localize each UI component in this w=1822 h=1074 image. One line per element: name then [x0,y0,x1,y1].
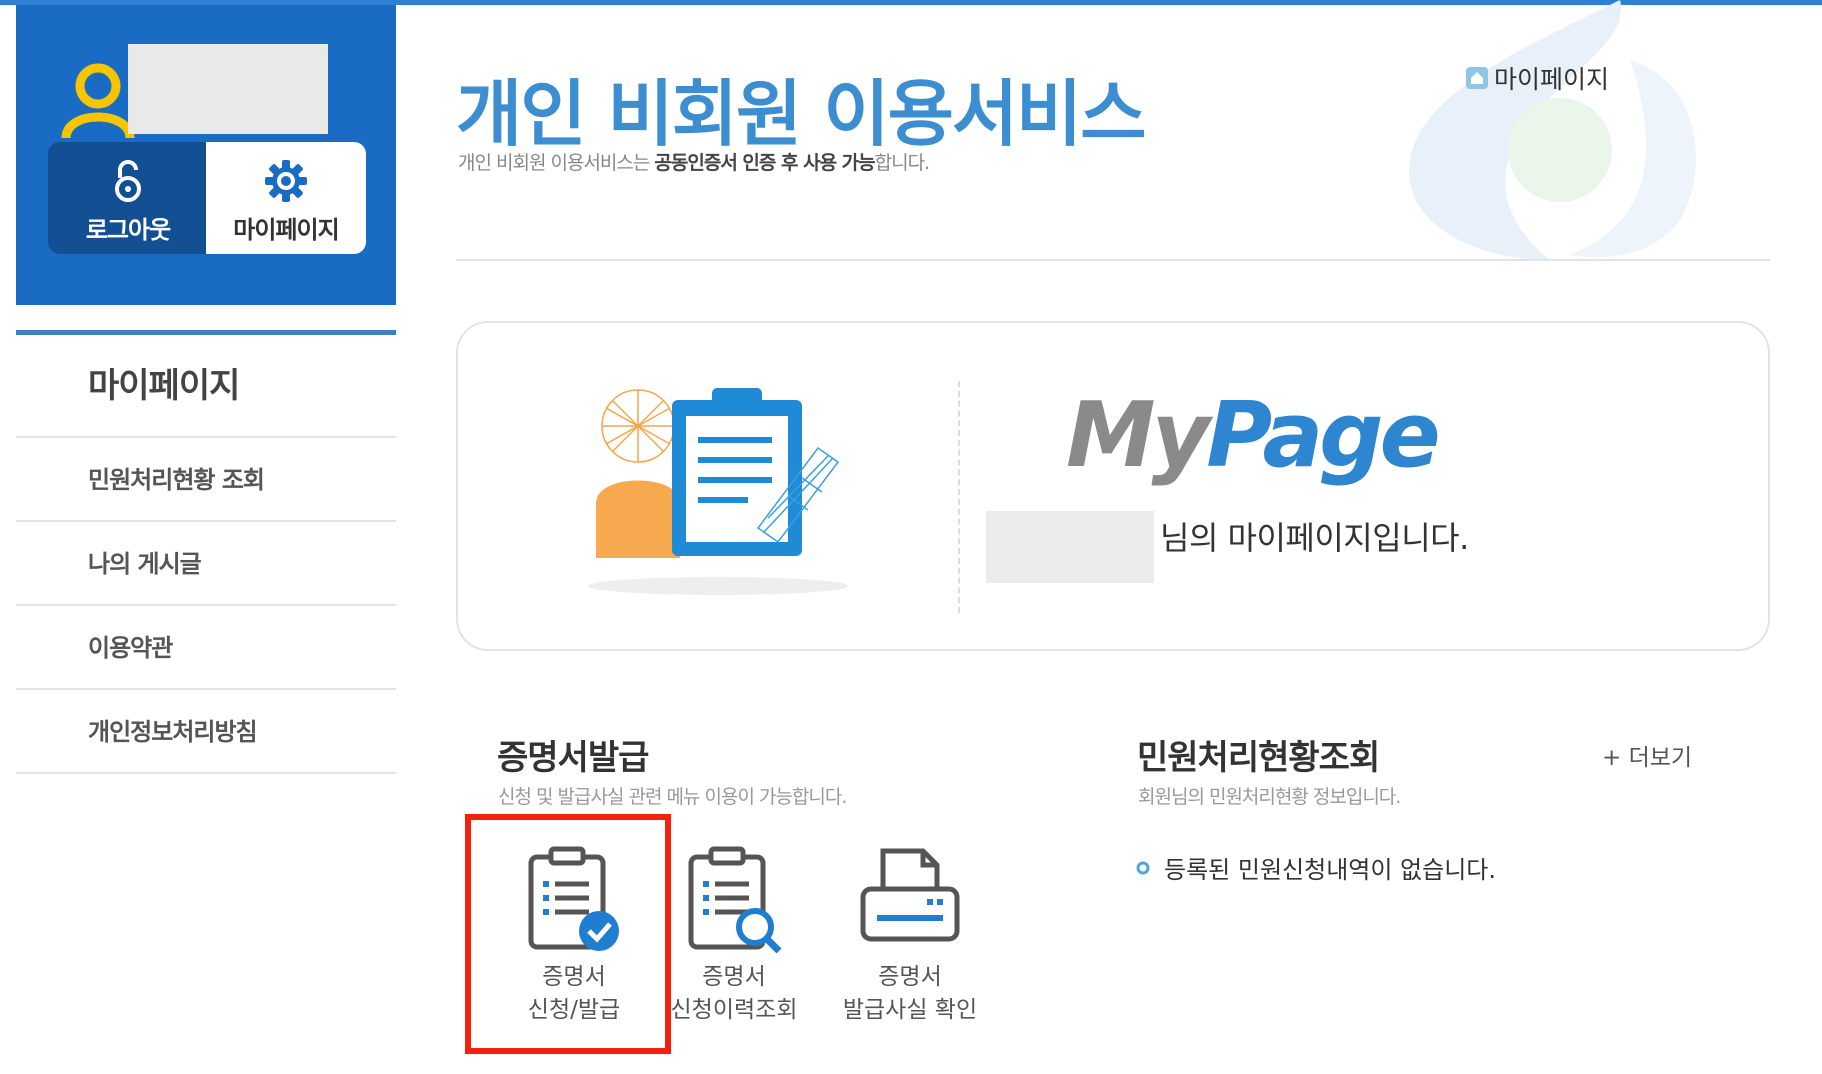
cert-history-label: 증명서 신청이력조회 [639,961,829,1027]
printer-icon [860,848,960,942]
page-subtitle: 개인 비회원 이용서비스는 공동인증서 인증 후 사용 가능합니다. [458,148,930,175]
status-section-title: 민원처리현황조회 [1137,738,1380,778]
more-link[interactable]: + 더보기 [1602,738,1692,772]
mypage-button[interactable]: 마이페이지 [206,142,366,254]
page-title: 개인 비회원 이용서비스 [456,72,1147,156]
mypage-label: 마이페이지 [233,216,339,244]
header-divider [456,259,1770,261]
sidebar-item-civil-status[interactable]: 민원처리현황 조회 [16,438,396,522]
cert-verify-line2: 발급사실 확인 [842,997,978,1023]
subtitle-text-pre: 개인 비회원 이용서비스는 [458,152,655,174]
sidebar-item-privacy[interactable]: 개인정보처리방침 [16,690,396,774]
bullet-icon [1136,861,1150,874]
logo-my: My [1066,383,1210,488]
sidebar-title: 마이페이지 [16,335,396,438]
user-icon [61,63,135,139]
breadcrumb-label: 마이페이지 [1494,65,1610,94]
lock-open-icon [115,160,141,202]
user-name-redacted [128,44,328,134]
status-section-desc: 회원님의 민원처리현황 정보입니다. [1138,786,1401,808]
logo-page: Page [1206,383,1440,488]
empty-status-text: 등록된 민원신청내역이 없습니다. [1164,856,1497,884]
cert-verify-button[interactable]: 증명서 발급사실 확인 [815,845,1005,1027]
cert-history-button[interactable]: 증명서 신청이력조회 [639,845,829,1027]
cert-verify-label: 증명서 발급사실 확인 [815,961,1005,1027]
sidebar-item-my-posts[interactable]: 나의 게시글 [16,522,396,606]
profile-panel: 로그아웃 마이페이지 [16,5,396,305]
logout-label: 로그아웃 [85,216,171,244]
decorative-emblem [1409,0,1696,260]
clipboard-search-icon [688,846,782,954]
certificate-section-title: 증명서발급 [497,738,649,778]
certificate-section-desc: 신청 및 발급사실 관련 메뉴 이용이 가능합니다. [498,786,847,808]
welcome-text: 님의 마이페이지입니다. [1160,519,1469,557]
sidebar-menu: 마이페이지 민원처리현황 조회 나의 게시글 이용약관 개인정보처리방침 [16,330,396,774]
cert-history-line1: 증명서 [702,964,766,990]
mypage-banner: MyPage 님의 마이페이지입니다. [456,321,1770,651]
banner-divider [958,381,960,613]
subtitle-text-bold: 공동인증서 인증 후 사용 가능 [654,152,875,174]
home-icon [1466,67,1488,89]
logout-button[interactable]: 로그아웃 [48,142,208,254]
gear-icon [265,160,307,202]
clipboard-check-icon [528,846,619,951]
clipboard-illustration [588,388,848,595]
cert-verify-line1: 증명서 [878,964,942,990]
mypage-logo: MyPage [1066,383,1441,488]
cert-history-line2: 신청이력조회 [670,997,798,1023]
breadcrumb[interactable]: 마이페이지 [1466,60,1609,96]
sidebar-item-terms[interactable]: 이용약관 [16,606,396,690]
empty-status-message: 등록된 민원신청내역이 없습니다. [1136,850,1496,885]
subtitle-text-post: 합니다. [874,152,930,174]
user-name-redacted [986,511,1154,583]
